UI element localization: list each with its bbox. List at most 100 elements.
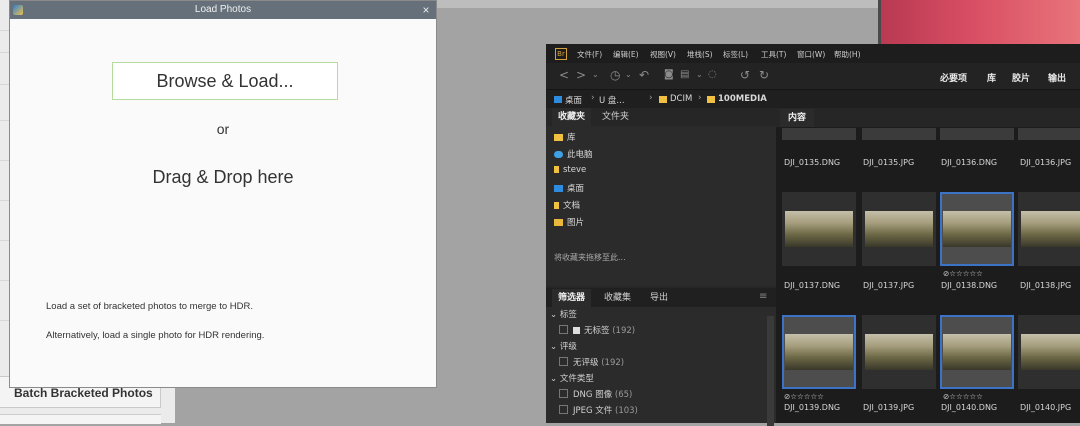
workspace-output[interactable]: 输出 [1048, 71, 1066, 84]
desktop-wallpaper [881, 0, 1080, 44]
thumbnail[interactable] [1018, 315, 1080, 389]
rating-stars[interactable]: ⊘☆☆☆☆☆ [784, 392, 824, 401]
favorite-item-steve[interactable]: steve [554, 165, 586, 175]
thumbnail[interactable] [862, 192, 936, 266]
menu-tools[interactable]: 工具(T) [761, 49, 786, 60]
thumbnail-top[interactable] [1018, 128, 1080, 140]
thumbnail-caption: DJI_0135.JPG [863, 158, 915, 167]
filter-dng[interactable]: DNG 图像 (65) [559, 388, 632, 400]
filter-header-label[interactable]: ⌄ 标签 [550, 308, 577, 320]
filter-header-rating[interactable]: ⌄ 评级 [550, 340, 577, 352]
menu-label[interactable]: 标签(L) [723, 49, 748, 60]
pictures-icon [554, 219, 563, 226]
favorites-drop-hint: 将收藏夹拖移至此... [554, 253, 626, 262]
chevron-right-icon: › [698, 93, 702, 103]
refine-icon[interactable]: ▤ [680, 68, 689, 82]
library-icon [554, 134, 563, 141]
thumbnail-selected[interactable] [940, 192, 1014, 266]
chevron-down-icon: ⌄ [550, 310, 560, 320]
thumbnail-caption: DJI_0138.JPG [1020, 281, 1072, 290]
open-icon[interactable]: ◌ [708, 68, 717, 82]
breadcrumb-usb[interactable]: U 盘... [599, 94, 625, 106]
filter-no-label[interactable]: 无标签 (192) [559, 324, 635, 336]
rating-stars[interactable]: ⊘☆☆☆☆☆ [943, 392, 983, 401]
return-icon[interactable]: ↶ [639, 68, 649, 82]
dialog-title: Load Photos [194, 4, 252, 15]
tab-filter[interactable]: 筛选器 [552, 289, 592, 307]
favorite-item-desktop[interactable]: 桌面 [554, 182, 584, 194]
photo-preview [1021, 334, 1080, 370]
thumbnail[interactable] [862, 315, 936, 389]
menu-file[interactable]: 文件(F) [577, 49, 602, 60]
menu-view[interactable]: 视图(V) [650, 49, 676, 60]
tab-collections[interactable]: 收藏集 [598, 289, 637, 307]
camera-icon[interactable]: ◙ [664, 68, 674, 82]
forward-icon[interactable]: > [576, 68, 586, 82]
thumbnail-selected[interactable] [782, 315, 856, 389]
load-photos-dialog: Load Photos × Browse & Load... or Drag &… [9, 0, 437, 388]
thumbnail-top[interactable] [782, 128, 856, 140]
favorite-item-library[interactable]: 库 [554, 131, 576, 143]
chevron-down-icon[interactable]: ⌄ [592, 68, 599, 82]
checkbox[interactable] [559, 357, 568, 366]
photo-preview [865, 334, 933, 370]
chevron-down-icon: ⌄ [550, 374, 560, 384]
photo-preview [785, 334, 853, 370]
rating-stars[interactable]: ⊘☆☆☆☆☆ [943, 269, 983, 278]
label-icon [573, 327, 580, 334]
checkbox[interactable] [559, 325, 568, 334]
rotate-right-icon[interactable]: ↻ [759, 68, 769, 82]
thumbnail-top[interactable] [862, 128, 936, 140]
tab-favorites[interactable]: 收藏夹 [552, 108, 592, 126]
panel-menu-icon[interactable]: ≡ [759, 291, 767, 302]
breadcrumb-dcim[interactable]: DCIM [670, 94, 692, 104]
bridge-window: Br 文件(F) 编辑(E) 视图(V) 堆栈(S) 标签(L) 工具(T) 窗… [546, 44, 1080, 426]
menu-help[interactable]: 帮助(H) [834, 49, 861, 60]
browse-and-load-button[interactable]: Browse & Load... [112, 62, 338, 100]
rotate-left-icon[interactable]: ↺ [740, 68, 750, 82]
tab-folders[interactable]: 文件夹 [596, 108, 635, 126]
photo-preview [865, 211, 933, 247]
filter-no-rating[interactable]: 无评级 (192) [559, 356, 624, 368]
menu-edit[interactable]: 编辑(E) [613, 49, 639, 60]
thumbnail-caption: DJI_0140.JPG [1020, 403, 1072, 412]
favorite-item-this-pc[interactable]: 此电脑 [554, 148, 593, 160]
thumbnail-caption: DJI_0137.DNG [784, 281, 841, 290]
checkbox[interactable] [559, 405, 568, 414]
chevron-down-icon[interactable]: ⌄ [625, 68, 632, 82]
filter-header-filetype[interactable]: ⌄ 文件类型 [550, 372, 594, 384]
workspace-library[interactable]: 库 [987, 71, 996, 84]
filter-scrollbar[interactable] [767, 316, 774, 426]
breadcrumb-desktop[interactable]: 桌面 [565, 94, 582, 106]
menu-stack[interactable]: 堆栈(S) [687, 49, 713, 60]
folder-icon [659, 96, 667, 103]
thumbnail-caption: DJI_0139.DNG [784, 403, 841, 412]
close-icon[interactable]: × [420, 3, 432, 17]
menu-window[interactable]: 窗口(W) [797, 49, 825, 60]
user-folder-icon [554, 166, 559, 173]
tab-export[interactable]: 导出 [644, 289, 674, 307]
tab-content[interactable]: 内容 [780, 109, 815, 127]
breadcrumb: 桌面 › U 盘... › DCIM › 100MEDIA [546, 89, 1080, 109]
filter-jpeg[interactable]: JPEG 文件 (103) [559, 404, 638, 416]
thumbnail[interactable] [1018, 192, 1080, 266]
breadcrumb-100media[interactable]: 100MEDIA [718, 94, 767, 104]
desktop-folder-icon [554, 96, 562, 103]
workspace-essentials[interactable]: 必要项 [940, 71, 967, 84]
photo-preview [943, 334, 1011, 370]
drag-drop-zone[interactable]: Drag & Drop here [10, 167, 436, 188]
thumbnail-top[interactable] [940, 128, 1014, 140]
favorite-item-pictures[interactable]: 图片 [554, 216, 584, 228]
thumbnail[interactable] [782, 192, 856, 266]
workspace-filmstrip[interactable]: 胶片 [1012, 71, 1030, 84]
thumbnail-caption: DJI_0140.DNG [941, 403, 998, 412]
thumbnail-selected[interactable] [940, 315, 1014, 389]
chevron-down-icon[interactable]: ⌄ [696, 68, 703, 82]
favorite-item-documents[interactable]: 文档 [554, 199, 580, 211]
checkbox[interactable] [559, 389, 568, 398]
back-icon[interactable]: < [559, 68, 569, 82]
hint-text-hdr-merge: Load a set of bracketed photos to merge … [46, 301, 254, 312]
menu-bar: Br 文件(F) 编辑(E) 视图(V) 堆栈(S) 标签(L) 工具(T) 窗… [546, 44, 1080, 63]
thumbnail-caption: DJI_0136.JPG [1020, 158, 1072, 167]
recent-icon[interactable]: ◷ [610, 68, 620, 82]
